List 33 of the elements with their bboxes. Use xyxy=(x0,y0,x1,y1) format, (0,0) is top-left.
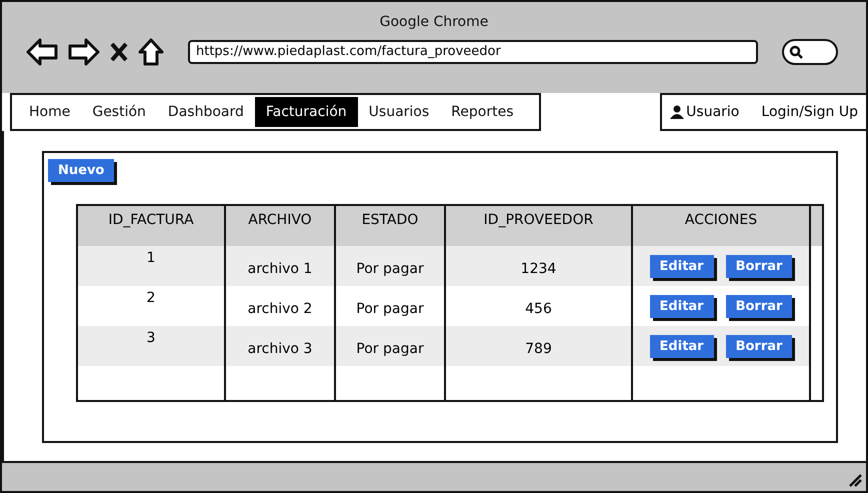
column-header: ID_FACTURA xyxy=(78,206,226,246)
search-icon xyxy=(789,45,803,59)
delete-button[interactable]: Borrar xyxy=(726,294,792,318)
forward-icon[interactable] xyxy=(68,38,100,66)
column-header: ARCHIVO xyxy=(226,206,336,246)
new-button[interactable]: Nuevo xyxy=(48,159,114,182)
table-cell: 789 xyxy=(446,326,633,366)
edit-button[interactable]: Editar xyxy=(650,294,714,318)
user-icon xyxy=(670,105,684,119)
address-field[interactable]: https://www.piedaplast.com/factura_proveedor xyxy=(188,40,758,64)
back-icon[interactable] xyxy=(26,38,58,66)
table-cell: Por pagar xyxy=(336,246,446,286)
table-cell: 1234 xyxy=(446,246,633,286)
edit-button[interactable]: Editar xyxy=(650,254,714,278)
search-field[interactable] xyxy=(782,39,838,65)
resize-grip-icon[interactable] xyxy=(848,473,862,487)
table-cell: Por pagar xyxy=(336,326,446,366)
user-link[interactable]: Usuario xyxy=(686,104,740,120)
table-cell: 1 xyxy=(78,246,226,286)
close-icon[interactable] xyxy=(110,42,128,62)
column-header: ACCIONES xyxy=(633,206,811,246)
table-cell: archivo 1 xyxy=(226,246,336,286)
table-cell: 3 xyxy=(78,326,226,366)
delete-button[interactable]: Borrar xyxy=(726,254,792,278)
delete-button[interactable]: Borrar xyxy=(726,334,792,358)
table-cell: archivo 3 xyxy=(226,326,336,366)
login-link[interactable]: Login/Sign Up xyxy=(761,104,858,120)
column-header: ID_PROVEEDOR xyxy=(446,206,633,246)
column-header: ESTADO xyxy=(336,206,446,246)
window-title: Google Chrome xyxy=(378,14,490,30)
home-icon[interactable] xyxy=(138,38,164,66)
edit-button[interactable]: Editar xyxy=(650,334,714,358)
menu-item[interactable]: Facturación xyxy=(254,97,358,127)
